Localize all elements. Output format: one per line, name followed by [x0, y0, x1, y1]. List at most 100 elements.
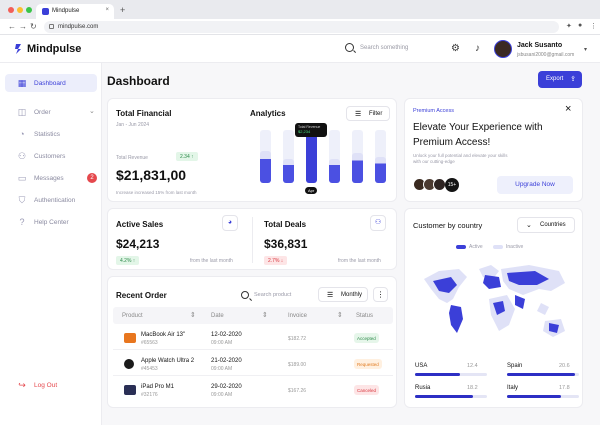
order-date: 21-02-2020: [211, 358, 242, 364]
table-row[interactable]: MacBook Air 13" #65563 12-02-2020 09:00 …: [113, 326, 393, 350]
chart-bar[interactable]: [306, 133, 317, 183]
sidebar-item-order[interactable]: ◫ Order ⌄: [5, 103, 97, 121]
sort-icon[interactable]: ⇕: [337, 311, 343, 319]
sort-icon[interactable]: ⇕: [190, 311, 196, 319]
chart-bar[interactable]: [375, 156, 386, 183]
revenue-label: Total Revenue: [116, 155, 148, 161]
order-date: 29-02-2020: [211, 384, 242, 390]
lock-icon: [49, 24, 54, 29]
bag-icon: ◫: [17, 107, 27, 117]
table-row[interactable]: iPad Pro M1 #32176 29-02-2020 09:00 AM $…: [113, 378, 393, 402]
logout-button[interactable]: ↪ Log Out: [5, 376, 97, 394]
sidebar-item-label: Dashboard: [34, 80, 66, 87]
financial-card: Total Financial Jan - Jun 2024 Total Rev…: [107, 98, 397, 202]
watch-image: [124, 359, 134, 369]
chart-bar[interactable]: [260, 150, 271, 183]
order-time: 09:00 AM: [211, 366, 233, 372]
chart-bar[interactable]: [329, 159, 340, 183]
country-value: 12.4: [467, 363, 478, 369]
sidebar-item-label: Order: [34, 109, 51, 116]
address-bar[interactable]: mindpulse.com: [44, 21, 559, 33]
browser-tab[interactable]: Mindpulse ×: [36, 4, 114, 19]
grid-icon: ▦: [17, 78, 27, 88]
chat-icon: ▭: [17, 173, 27, 183]
search-icon[interactable]: [345, 43, 354, 52]
total-deals-note: from the last month: [338, 258, 381, 264]
maximize-window-dot[interactable]: [26, 7, 32, 13]
status-badge: Requested: [354, 359, 382, 369]
active-sales-value: $24,213: [116, 237, 160, 251]
more-options-icon[interactable]: ⋮: [373, 287, 388, 302]
filter-button[interactable]: ☰ Filter: [346, 106, 390, 121]
column-header-date[interactable]: Date: [211, 313, 224, 319]
favicon-icon: [42, 8, 49, 15]
forward-icon[interactable]: →: [19, 22, 27, 31]
column-header-status[interactable]: Status: [356, 313, 373, 319]
sidebar-item-dashboard[interactable]: ▦ Dashboard: [5, 74, 97, 92]
chart-icon: ◔: [19, 129, 25, 139]
extensions-icon[interactable]: ✦: [566, 22, 572, 30]
country-title: Customer by country: [413, 221, 483, 230]
monthly-filter-button[interactable]: ☰ Monthly: [318, 287, 368, 302]
table-row[interactable]: Apple Watch Ultra 2 #45453 21-02-2020 09…: [113, 352, 393, 376]
minimize-window-dot[interactable]: [17, 7, 23, 13]
product-name: Apple Watch Ultra 2: [141, 358, 195, 364]
menu-dots-icon[interactable]: ⋮: [590, 22, 597, 30]
country-progress-fill: [415, 395, 473, 398]
sidebar-item-label: Customers: [34, 153, 66, 160]
column-header-product[interactable]: Product: [122, 313, 143, 319]
sidebar-item-help-center[interactable]: ? Help Center: [5, 213, 97, 231]
column-header-invoice[interactable]: Invoice: [288, 313, 307, 319]
chart-tooltip: Total Revenue $2,234: [295, 123, 327, 137]
country-card: Customer by country ⌄ Countries Active I…: [404, 208, 583, 408]
upgrade-now-button[interactable]: Upgrade Now: [497, 176, 573, 194]
sidebar-item-customers[interactable]: ⚇ Customers: [5, 147, 97, 165]
close-tab-icon[interactable]: ×: [105, 7, 109, 13]
order-search-input[interactable]: Search product: [254, 292, 291, 298]
country-value: 20.6: [559, 363, 570, 369]
profile-icon[interactable]: ●: [578, 22, 582, 29]
close-icon[interactable]: ×: [565, 103, 571, 115]
sort-icon[interactable]: ⇕: [262, 311, 268, 319]
chevron-down-icon[interactable]: ⌄: [89, 107, 95, 115]
app-window: Mindpulse × + ← → ↻ mindpulse.com ✦ ● ⋮ …: [0, 0, 600, 425]
export-button[interactable]: Export ⇪: [538, 71, 582, 88]
user-email: jsbusani2000@gmail.com: [517, 52, 575, 58]
x-tick-label: Apr: [328, 187, 334, 192]
search-icon[interactable]: [241, 291, 249, 299]
avatar[interactable]: [494, 40, 512, 58]
recent-order-title: Recent Order: [116, 291, 167, 300]
pie-chart-icon[interactable]: ◕: [222, 215, 238, 231]
back-icon[interactable]: ←: [8, 22, 16, 31]
users-icon[interactable]: ⚇: [370, 215, 386, 231]
product-id: #65563: [141, 340, 158, 346]
notification-bell-icon[interactable]: ♪: [475, 43, 480, 54]
analytics-chart: Jan Feb Apr Apr May Jun Total Revenue$2,234: [254, 123, 390, 197]
search-input[interactable]: Search something: [360, 45, 408, 51]
settings-gear-icon[interactable]: ⚙: [451, 43, 460, 54]
monthly-filter-label: Monthly: [341, 292, 363, 298]
macbook-image: [124, 333, 136, 343]
legend-inactive-label: Inactive: [506, 244, 524, 250]
countries-select[interactable]: ⌄ Countries: [517, 217, 575, 233]
country-name: Rusia: [415, 385, 431, 391]
chart-bar[interactable]: [352, 152, 363, 183]
premium-label: Premium Access: [413, 108, 454, 114]
logout-icon: ↪: [18, 380, 26, 390]
sidebar-item-authentication[interactable]: ⛉ Authentication: [5, 191, 97, 209]
url-text: mindpulse.com: [58, 24, 99, 30]
sidebar-item-messages[interactable]: ▭ Messages 2: [5, 169, 97, 187]
active-sales-title: Active Sales: [116, 220, 164, 229]
sidebar-item-statistics[interactable]: ◔ Statistics: [5, 125, 97, 143]
country-progress: [415, 395, 487, 398]
x-tick-label: Feb: [282, 187, 289, 192]
export-icon: ⇪: [570, 76, 576, 83]
chevron-down-icon[interactable]: ▾: [584, 46, 587, 53]
page-title: Dashboard: [107, 74, 170, 88]
new-tab-button[interactable]: +: [120, 5, 125, 15]
reload-icon[interactable]: ↻: [30, 22, 37, 31]
close-window-dot[interactable]: [8, 7, 14, 13]
sidebar-item-label: Statistics: [34, 131, 61, 138]
chart-bar[interactable]: [283, 159, 294, 183]
more-avatars-badge: 15+: [445, 178, 459, 192]
